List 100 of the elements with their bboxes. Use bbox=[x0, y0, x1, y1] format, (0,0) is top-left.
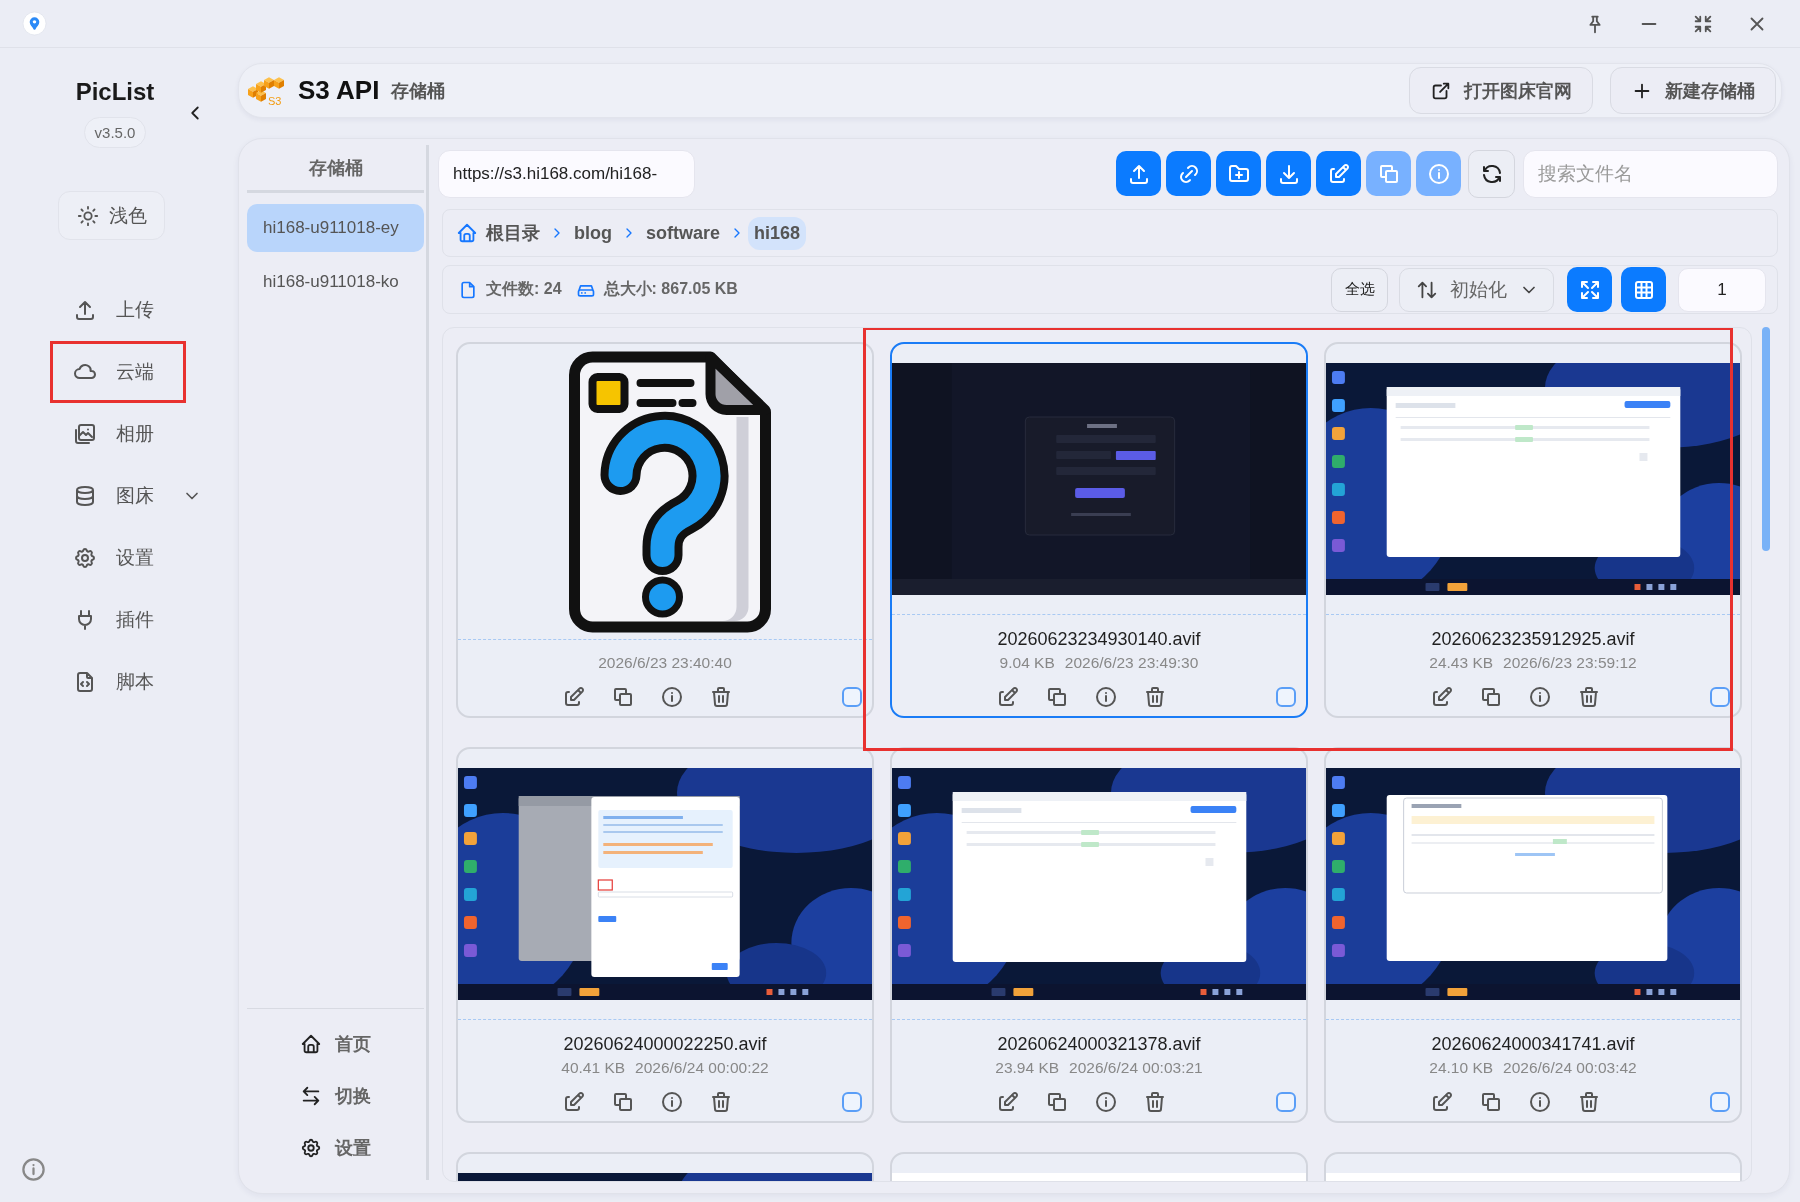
theme-button[interactable]: 浅色 bbox=[58, 191, 165, 240]
upload-icon bbox=[73, 298, 97, 322]
edit-icon[interactable] bbox=[996, 685, 1020, 709]
checkbox[interactable] bbox=[842, 1092, 862, 1112]
trash-icon[interactable] bbox=[709, 1090, 733, 1114]
page-input[interactable]: 1 bbox=[1678, 267, 1766, 312]
gear-icon bbox=[300, 1137, 322, 1159]
bucket-item[interactable]: hi168-u911018-ko bbox=[247, 258, 424, 306]
file-name: 20260624000321378.avif bbox=[997, 1033, 1201, 1056]
scrollbar-thumb[interactable] bbox=[1762, 327, 1770, 551]
trash-icon[interactable] bbox=[1577, 685, 1601, 709]
breadcrumb-link[interactable]: hi168 bbox=[748, 216, 807, 250]
info-icon[interactable] bbox=[20, 1156, 47, 1183]
copy-icon[interactable] bbox=[1045, 1090, 1069, 1114]
trash-icon[interactable] bbox=[1143, 1090, 1167, 1114]
page-subtitle: 存储桶 bbox=[391, 79, 446, 103]
fullscreen-button[interactable] bbox=[1567, 267, 1612, 312]
footer-nav-item[interactable]: 设置 bbox=[247, 1122, 424, 1174]
total-size: 总大小: 867.05 KB bbox=[603, 279, 738, 299]
file-card[interactable]: 20260624000321378.avif 23.94 KB 2026/6/24 00:03:21 bbox=[890, 747, 1308, 1123]
nav-item[interactable]: 设置 bbox=[50, 527, 186, 589]
info-icon[interactable] bbox=[1528, 1090, 1552, 1114]
checkbox[interactable] bbox=[1276, 687, 1296, 707]
bucket-list-title: 存储桶 bbox=[247, 145, 424, 193]
nav-item[interactable]: 上传 bbox=[50, 279, 186, 341]
version-badge: v3.5.0 bbox=[83, 117, 147, 148]
file-date: 2026/6/24 00:03:42 bbox=[1503, 1058, 1637, 1078]
new-bucket-button[interactable]: 新建存储桶 bbox=[1610, 67, 1776, 114]
edit-icon[interactable] bbox=[562, 685, 586, 709]
select-all-button[interactable]: 全选 bbox=[1331, 267, 1388, 312]
nav-item[interactable]: 插件 bbox=[50, 589, 186, 651]
checkbox[interactable] bbox=[1710, 1092, 1730, 1112]
info-icon bbox=[1426, 161, 1451, 186]
file-size: 24.43 KB bbox=[1429, 653, 1494, 673]
checkbox[interactable] bbox=[842, 687, 862, 707]
database-icon bbox=[73, 484, 97, 508]
edit-icon[interactable] bbox=[1430, 685, 1454, 709]
info-icon[interactable] bbox=[1094, 685, 1118, 709]
s3-logo: S3 bbox=[247, 74, 287, 107]
folder-plus-button[interactable] bbox=[1216, 151, 1261, 196]
app-logo-icon bbox=[22, 11, 47, 36]
copy-icon[interactable] bbox=[611, 1090, 635, 1114]
grid-view-button[interactable] bbox=[1621, 267, 1666, 312]
checkbox[interactable] bbox=[1710, 687, 1730, 707]
copy-icon[interactable] bbox=[1479, 685, 1503, 709]
images-icon bbox=[73, 422, 97, 446]
info-icon[interactable] bbox=[1094, 1090, 1118, 1114]
download-button[interactable] bbox=[1266, 151, 1311, 196]
file-date: 2026/6/24 00:03:21 bbox=[1069, 1058, 1203, 1078]
info-icon[interactable] bbox=[1528, 685, 1552, 709]
file-date: 2026/6/23 23:40:40 bbox=[598, 653, 732, 673]
home-icon bbox=[300, 1033, 322, 1055]
footer-nav-item[interactable]: 首页 bbox=[247, 1018, 424, 1070]
file-name: 20260623235912925.avif bbox=[1431, 628, 1635, 651]
file-date: 2026/6/23 23:59:12 bbox=[1503, 653, 1637, 673]
edit-icon[interactable] bbox=[1430, 1090, 1454, 1114]
swap-arrows-icon bbox=[300, 1085, 322, 1107]
file-card[interactable]: 20260624000022250.avif 40.41 KB 2026/6/24 00:00:22 bbox=[456, 747, 874, 1123]
nav-item[interactable]: 脚本 bbox=[50, 651, 186, 713]
upload-button[interactable] bbox=[1116, 151, 1161, 196]
home-icon bbox=[456, 222, 478, 244]
refresh-button[interactable] bbox=[1468, 149, 1515, 198]
copy-icon[interactable] bbox=[1479, 1090, 1503, 1114]
footer-nav-item[interactable]: 切换 bbox=[247, 1070, 424, 1122]
file-card[interactable]: 20260623234930140.avif 9.04 KB 2026/6/23 23:49:30 bbox=[890, 342, 1308, 718]
sort-dropdown[interactable]: 初始化 bbox=[1399, 267, 1554, 312]
checkbox[interactable] bbox=[1276, 1092, 1296, 1112]
search-field[interactable]: 搜索文件名 bbox=[1523, 149, 1778, 198]
info-icon[interactable] bbox=[660, 1090, 684, 1114]
nav-item[interactable]: 云端 bbox=[50, 341, 186, 403]
edit-button[interactable] bbox=[1316, 151, 1361, 196]
page-title: S3 API bbox=[298, 75, 380, 106]
copy-icon[interactable] bbox=[611, 685, 635, 709]
url-field[interactable]: https://s3.hi168.com/hi168- bbox=[438, 149, 695, 198]
nav-item[interactable]: 相册 bbox=[50, 403, 186, 465]
open-site-button[interactable]: 打开图床官网 bbox=[1409, 67, 1593, 114]
file-count: 文件数: 24 bbox=[486, 279, 562, 299]
file-icon bbox=[458, 279, 478, 300]
nav-item[interactable]: 图床 bbox=[50, 465, 211, 527]
breadcrumb-link[interactable]: software bbox=[640, 216, 727, 250]
breadcrumb-link[interactable]: blog bbox=[568, 216, 618, 250]
file-size: 40.41 KB bbox=[561, 1058, 626, 1078]
file-card[interactable]: 20260624000341741.avif 24.10 KB 2026/6/24 00:03:42 bbox=[1324, 747, 1742, 1123]
bucket-item[interactable]: hi168-u911018-ey bbox=[247, 204, 424, 252]
file-name: 20260624000022250.avif bbox=[563, 1033, 767, 1056]
file-size: 23.94 KB bbox=[995, 1058, 1060, 1078]
trash-icon[interactable] bbox=[709, 685, 733, 709]
file-card[interactable]: 20260623235912925.avif 24.43 KB 2026/6/23 23:59:12 bbox=[1324, 342, 1742, 718]
sun-icon bbox=[76, 204, 99, 227]
file-size: 9.04 KB bbox=[999, 653, 1055, 673]
info-icon[interactable] bbox=[660, 685, 684, 709]
breadcrumb-link[interactable]: 根目录 bbox=[450, 215, 546, 251]
gear-icon bbox=[73, 546, 97, 570]
link-button[interactable] bbox=[1166, 151, 1211, 196]
trash-icon[interactable] bbox=[1143, 685, 1167, 709]
edit-icon[interactable] bbox=[562, 1090, 586, 1114]
trash-icon[interactable] bbox=[1577, 1090, 1601, 1114]
file-size: 24.10 KB bbox=[1429, 1058, 1494, 1078]
edit-icon[interactable] bbox=[996, 1090, 1020, 1114]
copy-icon[interactable] bbox=[1045, 685, 1069, 709]
